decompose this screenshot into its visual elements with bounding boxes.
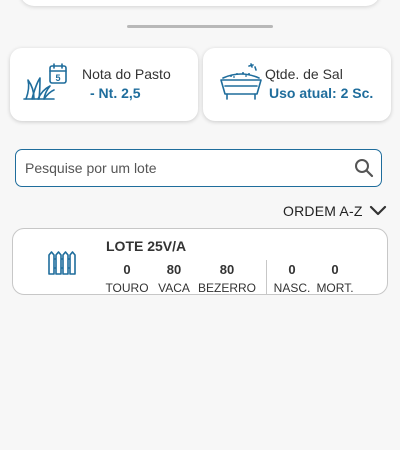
calendar-grass-icon: 5 [23, 63, 67, 100]
metric-bezerro: 80 BEZERRO [198, 262, 256, 295]
calendar-day: 5 [55, 73, 60, 83]
salt-trough-icon [220, 63, 262, 100]
lot-title: LOTE 25V/A [106, 238, 187, 254]
top-card [20, 0, 380, 6]
search-icon[interactable] [354, 158, 374, 178]
pasture-score-value: - Nt. 2,5 [90, 85, 141, 101]
metric-value: 80 [219, 262, 235, 277]
metric-touro: 0 TOURO [105, 262, 149, 295]
metric-value: 0 [123, 262, 131, 277]
search-input[interactable] [25, 158, 345, 178]
pasture-score-title: Nota do Pasto [82, 66, 171, 82]
salt-quantity-value: Uso atual: 2 Sc. [269, 85, 374, 101]
metric-label: MORT. [316, 281, 354, 295]
drag-handle[interactable] [127, 25, 273, 28]
sort-order-label: ORDEM A-Z [283, 203, 363, 219]
metric-value: 0 [331, 262, 339, 277]
metric-label: TOURO [105, 281, 149, 295]
fence-icon [48, 251, 76, 275]
lot-card[interactable]: LOTE 25V/A 0 TOURO 80 VACA 80 BEZERRO 0 … [12, 228, 388, 295]
sort-order-button[interactable]: ORDEM A-Z [283, 202, 387, 220]
metric-divider [266, 260, 267, 294]
chevron-down-icon [369, 205, 386, 216]
metric-vaca: 80 VACA [155, 262, 193, 295]
metric-mortes: 0 MORT. [315, 262, 355, 295]
metric-value: 80 [166, 262, 182, 277]
metric-label: BEZERRO [198, 281, 257, 295]
lot-search-field[interactable] [15, 149, 382, 187]
metric-nascimentos: 0 NASC. [273, 262, 311, 295]
salt-quantity-card[interactable]: Qtde. de Sal Uso atual: 2 Sc. [203, 48, 391, 121]
metric-label: NASC. [273, 281, 311, 295]
salt-quantity-title: Qtde. de Sal [265, 66, 343, 82]
metric-label: VACA [158, 281, 190, 295]
metric-value: 0 [288, 262, 296, 277]
pasture-score-card[interactable]: 5 Nota do Pasto - Nt. 2,5 [10, 48, 198, 121]
